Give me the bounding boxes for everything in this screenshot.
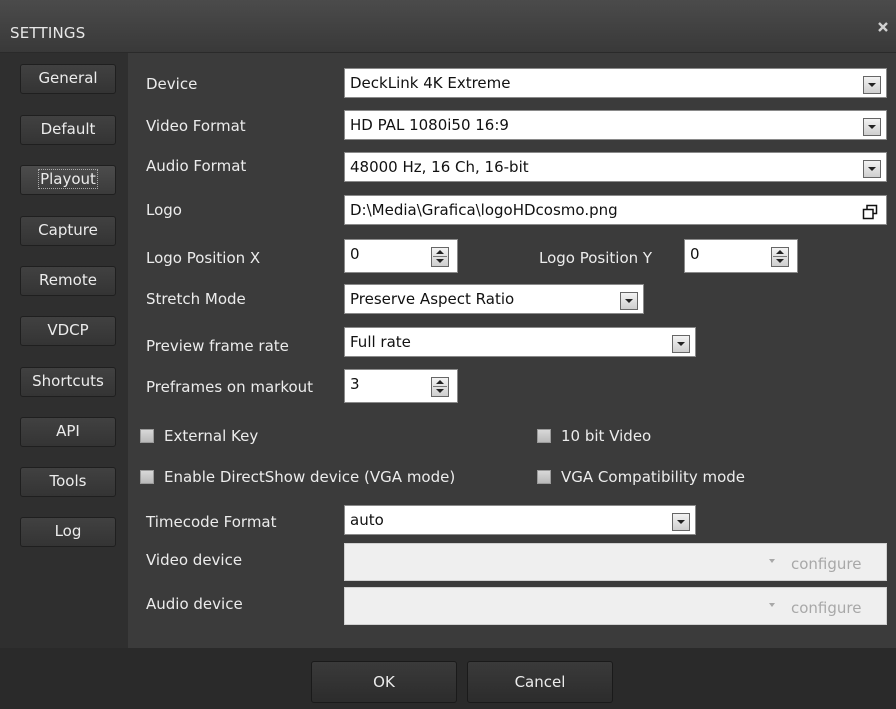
chevron-down-icon[interactable] (620, 292, 638, 310)
logo-position-x-spinner[interactable]: 0 (344, 239, 458, 273)
sidebar-item-label: Log (54, 522, 82, 540)
enable-directshow-label: Enable DirectShow device (VGA mode) (164, 468, 456, 486)
stretch-mode-select[interactable]: Preserve Aspect Ratio (344, 284, 644, 314)
sidebar-item-vdcp[interactable]: VDCP (20, 316, 116, 346)
vga-compatibility-label: VGA Compatibility mode (561, 468, 746, 486)
sidebar-item-shortcuts[interactable]: Shortcuts (20, 367, 116, 397)
playout-settings-panel: Device DeckLink 4K Extreme Video Format … (128, 53, 896, 648)
sidebar-item-label: API (56, 422, 80, 440)
device-label: Device (146, 75, 198, 93)
logo-position-y-spinner[interactable]: 0 (684, 239, 798, 273)
chevron-down-icon[interactable] (672, 513, 690, 531)
sidebar-item-label: Tools (49, 472, 87, 490)
close-icon[interactable] (877, 21, 889, 33)
cancel-button[interactable]: Cancel (467, 661, 613, 703)
logo-position-x-value: 0 (350, 245, 360, 263)
preview-frame-rate-value: Full rate (350, 333, 411, 351)
device-select[interactable]: DeckLink 4K Extreme (344, 68, 887, 98)
stretch-mode-value: Preserve Aspect Ratio (350, 290, 515, 308)
settings-sidebar: General Default Playout Capture Remote V… (0, 53, 128, 648)
window-title: SETTINGS (10, 24, 86, 42)
sidebar-item-label: VDCP (47, 321, 89, 339)
chevron-down-icon (769, 603, 775, 607)
logo-position-y-value: 0 (690, 245, 700, 263)
audio-format-value: 48000 Hz, 16 Ch, 16-bit (350, 158, 529, 176)
chevron-down-icon[interactable] (672, 335, 690, 353)
preframes-on-markout-label: Preframes on markout (146, 378, 314, 396)
video-device-select: configure (344, 543, 887, 581)
audio-format-select[interactable]: 48000 Hz, 16 Ch, 16-bit (344, 152, 887, 182)
spinner-arrows-icon[interactable] (431, 247, 449, 267)
browse-icon[interactable] (862, 204, 878, 220)
checkbox-icon[interactable] (537, 429, 551, 443)
preview-frame-rate-label: Preview frame rate (146, 337, 289, 355)
vga-compatibility-checkbox[interactable]: VGA Compatibility mode (537, 468, 745, 486)
device-value: DeckLink 4K Extreme (350, 74, 511, 92)
title-bar: SETTINGS (0, 0, 896, 52)
preframes-on-markout-spinner[interactable]: 3 (344, 369, 458, 403)
sidebar-item-general[interactable]: General (20, 64, 116, 94)
video-device-configure: configure (791, 555, 862, 573)
video-format-label: Video Format (146, 117, 246, 135)
spinner-arrows-icon[interactable] (431, 377, 449, 397)
audio-format-label: Audio Format (146, 157, 247, 175)
timecode-format-value: auto (350, 511, 384, 529)
audio-device-select: configure (344, 587, 887, 625)
checkbox-icon[interactable] (140, 470, 154, 484)
spinner-arrows-icon[interactable] (771, 247, 789, 267)
sidebar-item-capture[interactable]: Capture (20, 216, 116, 246)
video-format-select[interactable]: HD PAL 1080i50 16:9 (344, 110, 887, 140)
sidebar-item-label: Default (40, 120, 96, 138)
video-device-label: Video device (146, 551, 243, 569)
stretch-mode-label: Stretch Mode (146, 290, 246, 308)
logo-path-value: D:\Media\Grafica\logoHDcosmo.png (350, 201, 618, 219)
logo-path-field[interactable]: D:\Media\Grafica\logoHDcosmo.png (344, 195, 887, 225)
preview-frame-rate-select[interactable]: Full rate (344, 327, 696, 357)
preframes-on-markout-value: 3 (350, 375, 360, 393)
timecode-format-select[interactable]: auto (344, 505, 696, 535)
sidebar-item-label: Capture (38, 221, 98, 239)
chevron-down-icon[interactable] (863, 76, 881, 94)
chevron-down-icon[interactable] (863, 160, 881, 178)
ok-button[interactable]: OK (311, 661, 457, 703)
logo-position-y-label: Logo Position Y (539, 249, 653, 267)
ten-bit-video-checkbox[interactable]: 10 bit Video (537, 427, 651, 445)
sidebar-item-label: Playout (38, 169, 98, 189)
enable-directshow-checkbox[interactable]: Enable DirectShow device (VGA mode) (140, 468, 455, 486)
sidebar-item-log[interactable]: Log (20, 517, 116, 547)
timecode-format-label: Timecode Format (146, 513, 277, 531)
chevron-down-icon (769, 559, 775, 563)
external-key-label: External Key (164, 427, 259, 445)
checkbox-icon[interactable] (140, 429, 154, 443)
sidebar-item-api[interactable]: API (20, 417, 116, 447)
sidebar-item-label: General (38, 69, 98, 87)
sidebar-item-label: Remote (39, 271, 97, 289)
ten-bit-video-label: 10 bit Video (561, 427, 652, 445)
audio-device-label: Audio device (146, 595, 243, 613)
logo-label: Logo (146, 201, 182, 219)
sidebar-item-tools[interactable]: Tools (20, 467, 116, 497)
chevron-down-icon[interactable] (863, 118, 881, 136)
checkbox-icon[interactable] (537, 470, 551, 484)
audio-device-configure: configure (791, 599, 862, 617)
sidebar-item-label: Shortcuts (32, 372, 104, 390)
external-key-checkbox[interactable]: External Key (140, 427, 258, 445)
sidebar-item-playout[interactable]: Playout (20, 165, 116, 195)
sidebar-item-default[interactable]: Default (20, 115, 116, 145)
logo-position-x-label: Logo Position X (146, 249, 261, 267)
settings-window: SETTINGS General Default Playout Capture… (0, 0, 896, 709)
sidebar-item-remote[interactable]: Remote (20, 266, 116, 296)
video-format-value: HD PAL 1080i50 16:9 (350, 116, 509, 134)
